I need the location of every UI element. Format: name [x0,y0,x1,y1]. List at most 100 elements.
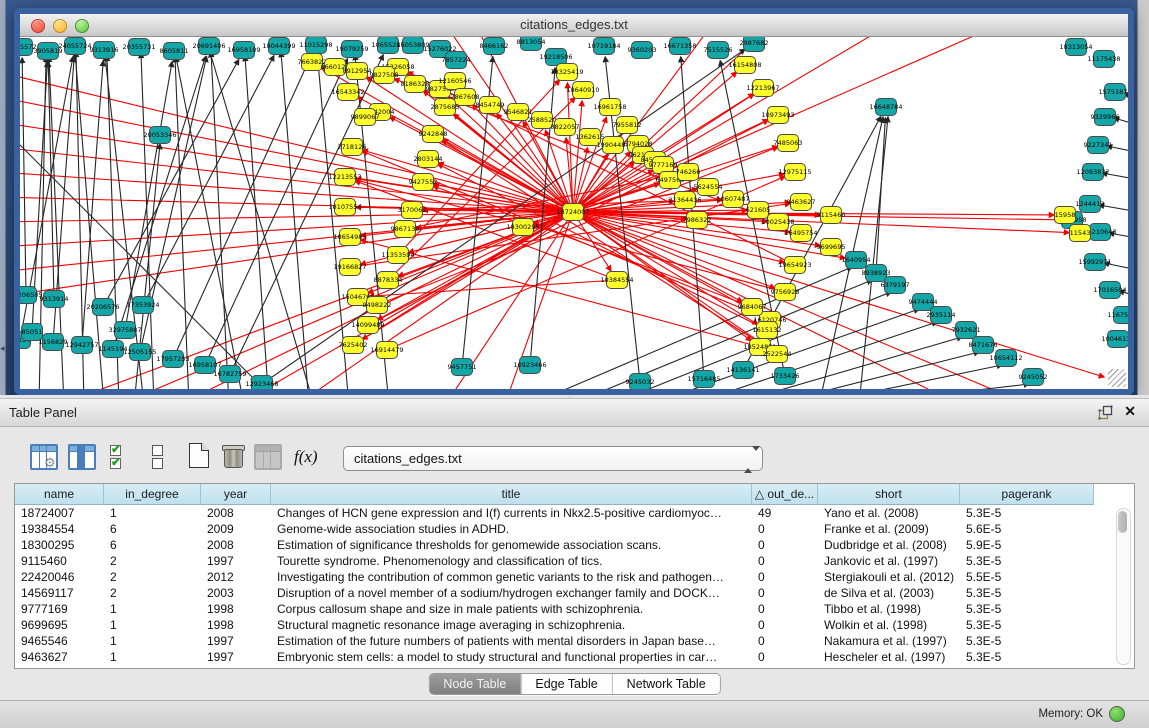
table-body[interactable]: 1872400712008Changes of HCN gene express… [15,505,1134,665]
table-cell[interactable]: 5.3E-5 [960,553,1094,569]
table-cell[interactable]: Corpus callosum shape and size in male p… [271,601,752,617]
table-cell[interactable]: Franke et al. (2009) [818,521,960,537]
table-cell[interactable]: 5.3E-5 [960,505,1094,521]
table-cell[interactable]: 9463627 [15,649,104,665]
window-resize-grip[interactable] [1108,369,1126,387]
table-cell[interactable]: 0 [752,569,818,585]
column-header-2[interactable]: year [201,484,271,505]
table-cell[interactable]: Stergiakouli et al. (2012) [818,569,960,585]
table-row[interactable]: 1872400712008Changes of HCN gene express… [15,505,1134,521]
table-cell[interactable]: 2 [104,569,201,585]
table-cell[interactable]: Disruption of a novel member of a sodium… [271,585,752,601]
table-cell[interactable]: 1998 [201,601,271,617]
network-graph-canvas[interactable]: 2405572390581924055724931391620355731860… [20,37,1128,389]
table-cell[interactable]: 6 [104,537,201,553]
table-row[interactable]: 1456911722003Disruption of a novel membe… [15,585,1134,601]
memory-status-indicator[interactable] [1109,706,1125,722]
table-cell[interactable]: 0 [752,617,818,633]
table-cell[interactable]: 2 [104,585,201,601]
table-cell[interactable]: 14569117 [15,585,104,601]
table-cell[interactable]: 5.3E-5 [960,585,1094,601]
column-header-1[interactable]: in_degree [104,484,201,505]
new-table-button[interactable] [186,442,216,474]
column-header-6[interactable]: pagerank [960,484,1094,505]
deselect-rows-button[interactable] [146,442,176,474]
table-cell[interactable]: 9699695 [15,617,104,633]
table-cell[interactable]: 1 [104,649,201,665]
table-cell[interactable]: Tibbo et al. (1998) [818,601,960,617]
column-header-4[interactable]: △ out_de... [752,484,818,505]
table-cell[interactable]: Genome-wide association studies in ADHD. [271,521,752,537]
node-table[interactable]: namein_degreeyeartitle△ out_de...shortpa… [14,483,1135,669]
table-cell[interactable]: 5.5E-5 [960,569,1094,585]
column-header-3[interactable]: title [271,484,752,505]
table-row[interactable]: 977716911998Corpus callosum shape and si… [15,601,1134,617]
table-cell[interactable]: Estimation of significance thresholds fo… [271,537,752,553]
table-cell[interactable]: 1 [104,505,201,521]
table-cell[interactable]: 5.3E-5 [960,649,1094,665]
table-cell[interactable]: 1998 [201,617,271,633]
close-panel-icon[interactable]: ✕ [1124,403,1136,420]
table-cell[interactable]: Tourette syndrome. Phenomenology and cla… [271,553,752,569]
table-cell[interactable]: 18724007 [15,505,104,521]
table-cell[interactable]: Dudbridge et al. (2008) [818,537,960,553]
table-cell[interactable]: Structural magnetic resonance image aver… [271,617,752,633]
table-cell[interactable]: 1997 [201,633,271,649]
table-cell[interactable]: 0 [752,633,818,649]
table-cell[interactable]: 22420046 [15,569,104,585]
table-header-row[interactable]: namein_degreeyeartitle△ out_de...shortpa… [15,484,1134,505]
table-cell[interactable]: Wolkin et al. (1998) [818,617,960,633]
table-cell[interactable]: 18300295 [15,537,104,553]
function-builder-button[interactable]: f(x) [294,442,324,474]
table-cell[interactable]: 5.6E-5 [960,521,1094,537]
table-cell[interactable]: Nakamura et al. (1997) [818,633,960,649]
table-cell[interactable]: 0 [752,521,818,537]
tab-edge-table[interactable]: Edge Table [520,674,611,694]
table-selector-dropdown[interactable]: citations_edges.txt [343,446,763,471]
table-cell[interactable]: 1997 [201,649,271,665]
table-cell[interactable]: 0 [752,553,818,569]
table-cell[interactable]: 0 [752,649,818,665]
table-cell[interactable]: 9777169 [15,601,104,617]
window-titlebar[interactable]: citations_edges.txt [20,14,1128,37]
table-row[interactable]: 2242004622012Investigating the contribut… [15,569,1134,585]
table-cell[interactable]: 2008 [201,537,271,553]
table-cell[interactable]: 49 [752,505,818,521]
table-cell[interactable]: 2003 [201,585,271,601]
table-cell[interactable]: 19384554 [15,521,104,537]
table-cell[interactable]: 1 [104,617,201,633]
table-cell[interactable]: 5.9E-5 [960,537,1094,553]
table-cell[interactable]: 1 [104,601,201,617]
delete-table-button[interactable] [220,442,250,474]
table-cell[interactable]: 6 [104,521,201,537]
table-cell[interactable]: de Silva et al. (2003) [818,585,960,601]
vertical-scrollbar[interactable] [1116,508,1131,665]
tab-network-table[interactable]: Network Table [612,674,720,694]
select-column-button[interactable] [68,442,98,474]
table-cell[interactable]: 5.3E-5 [960,601,1094,617]
table-tab-bar[interactable]: Node TableEdge TableNetwork Table [428,673,720,695]
table-row[interactable]: 946554611997Estimation of the future num… [15,633,1134,649]
table-cell[interactable]: Estimation of the future numbers of pati… [271,633,752,649]
table-cell[interactable]: Hescheler et al. (1997) [818,649,960,665]
table-cell[interactable]: 0 [752,601,818,617]
table-cell[interactable]: Investigating the contribution of common… [271,569,752,585]
table-cell[interactable]: 1997 [201,553,271,569]
select-all-rows-button[interactable] [106,442,136,474]
table-cell[interactable]: 5.3E-5 [960,617,1094,633]
table-cell[interactable]: Embryonic stem cells: a model to study s… [271,649,752,665]
tab-node-table[interactable]: Node Table [429,674,520,694]
table-cell[interactable]: 2009 [201,521,271,537]
table-cell[interactable]: 0 [752,537,818,553]
table-row[interactable]: 969969511998Structural magnetic resonanc… [15,617,1134,633]
network-view-window[interactable]: citations_edges.txt 24055723905819240557… [14,8,1134,395]
table-cell[interactable]: Changes of HCN gene expression and I(f) … [271,505,752,521]
column-header-5[interactable]: short [818,484,960,505]
float-panel-icon[interactable] [1098,405,1113,420]
table-cell[interactable]: 9115460 [15,553,104,569]
scrollbar-thumb[interactable] [1118,511,1127,533]
table-row[interactable]: 1830029562008Estimation of significance … [15,537,1134,553]
table-row[interactable]: 946362711997Embryonic stem cells: a mode… [15,649,1134,665]
table-cell[interactable]: 2012 [201,569,271,585]
table-cell[interactable]: 1 [104,633,201,649]
